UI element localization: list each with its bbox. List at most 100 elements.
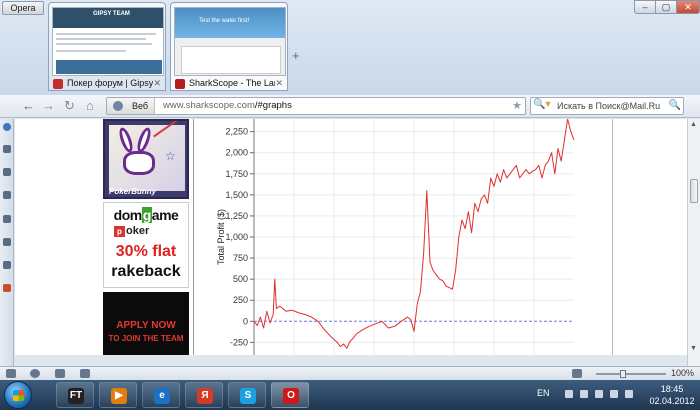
close-tab-icon[interactable]: ✕ xyxy=(275,78,283,89)
notes-icon[interactable] xyxy=(3,168,11,176)
tray-up-arrow-icon[interactable] xyxy=(565,390,573,398)
taskbar-app-skype[interactable]: S xyxy=(228,382,266,408)
full-tilt-icon: FT xyxy=(68,388,84,404)
y-tick-label: 1,500 xyxy=(225,190,248,200)
tab-title: SharkScope - The Larg... xyxy=(189,78,275,88)
status-bar: 100% xyxy=(0,366,700,380)
y-tick-label: 1,000 xyxy=(225,232,248,242)
tray-flag-icon[interactable] xyxy=(580,390,588,398)
thumbnail-banner-text: Test the water first! xyxy=(199,18,250,24)
zoom-level: 100% xyxy=(671,368,695,378)
rakeback-percent: 30% flat xyxy=(115,243,177,260)
y-tick-label: 2,250 xyxy=(225,127,248,137)
close-tab-icon[interactable]: ✕ xyxy=(153,78,161,89)
new-tab-button[interactable]: + xyxy=(292,48,300,63)
mail-icon[interactable] xyxy=(3,238,11,246)
navigation-toolbar: ← → ↻ ⌂ Веб www.sharkscope.com/#graphs ★… xyxy=(0,95,700,118)
y-tick-label: 0 xyxy=(243,316,248,326)
panel-toggle-icon[interactable] xyxy=(6,369,16,378)
favicon-icon xyxy=(53,79,63,89)
scroll-thumb[interactable] xyxy=(690,179,698,203)
domgame-poker-wordmark: p oker xyxy=(114,225,149,237)
language-indicator[interactable]: EN xyxy=(537,388,550,398)
history-icon[interactable] xyxy=(3,215,11,223)
favicon-icon xyxy=(175,79,185,89)
join-team-text: TO JOIN THE TEAM xyxy=(108,334,184,343)
profit-graph: -250 0 250 500 750 1,000 1,250 1,500 1,750 2,000 2… xyxy=(193,119,613,355)
page-scrollbar[interactable]: ▲ ▼ xyxy=(687,119,700,366)
search-engine-selector-icon[interactable]: 🔍▾ xyxy=(533,99,555,113)
cloud-icon[interactable] xyxy=(30,369,40,378)
scroll-up-arrow-icon[interactable]: ▲ xyxy=(690,121,697,128)
windows-logo-icon xyxy=(13,390,24,401)
ad-bunny-caption: PokerBunny xyxy=(109,187,157,196)
tab-sharkscope[interactable]: Test the water first! SharkScope - The L… xyxy=(170,2,288,91)
y-tick-label: 1,250 xyxy=(225,211,248,221)
media-player-icon: ▶ xyxy=(111,388,127,404)
ad-column: ☆ PokerBunny domgame p oker 30% flat rake… xyxy=(103,119,189,355)
reload-button[interactable]: ↻ xyxy=(64,98,75,114)
search-field[interactable]: 🔍▾ Искать в Поиск@Mail.Ru 🔍 xyxy=(530,97,684,115)
url-path: /#graphs xyxy=(254,100,292,111)
clock-date[interactable]: 02.04.2012 xyxy=(646,396,698,406)
panel-sidebar xyxy=(0,119,14,366)
home-button[interactable]: ⌂ xyxy=(86,98,94,113)
tab-title: Покер форум | Gipsy... xyxy=(67,78,153,88)
taskbar-app-opera[interactable]: O xyxy=(271,382,309,408)
taskbar-app-media-player[interactable]: ▶ xyxy=(99,382,137,408)
profit-line-chart: -250 0 250 500 750 1,000 1,250 1,500 1,750 2,000 2… xyxy=(216,119,575,355)
share-icon[interactable] xyxy=(55,369,65,378)
url-text[interactable]: www.sharkscope.com/#graphs xyxy=(163,98,292,114)
taskbar-app-full-tilt[interactable]: FT xyxy=(56,382,94,408)
y-tick-label: -250 xyxy=(230,337,248,347)
view-icon[interactable] xyxy=(572,369,582,378)
network-icon[interactable] xyxy=(595,390,603,398)
ad-pokerbunny-banner[interactable]: ☆ PokerBunny xyxy=(103,119,189,199)
tab-thumbnail: GIPSY TEAM xyxy=(52,7,164,76)
close-window-button[interactable]: ✕ xyxy=(676,0,700,14)
thumbnail-logo-text: GIPSY TEAM xyxy=(93,11,130,17)
taskbar-app-internet-explorer[interactable]: e xyxy=(142,382,180,408)
yandex-icon: Я xyxy=(197,388,213,404)
address-bar[interactable]: Веб www.sharkscope.com/#graphs ★ xyxy=(106,97,526,115)
turbo-icon[interactable] xyxy=(80,369,90,378)
zoom-slider-handle[interactable] xyxy=(620,370,626,378)
minimize-button[interactable]: – xyxy=(634,0,656,14)
clock-time[interactable]: 18:45 xyxy=(650,384,694,394)
back-button[interactable]: ← xyxy=(22,98,35,113)
taskbar-app-yandex[interactable]: Я xyxy=(185,382,223,408)
y-tick-label: 2,000 xyxy=(225,148,248,158)
opera-icon: O xyxy=(283,388,299,404)
start-button[interactable] xyxy=(4,381,32,409)
skype-icon: S xyxy=(240,388,256,404)
bookmarks-icon[interactable] xyxy=(3,145,11,153)
site-info-badge[interactable]: Веб xyxy=(107,98,155,114)
tab-thumbnail: Test the water first! xyxy=(174,7,286,76)
maximize-button[interactable]: ▢ xyxy=(655,0,677,14)
domgame-logo: domgame xyxy=(113,207,179,223)
globe-icon xyxy=(113,101,123,111)
feeds-icon[interactable] xyxy=(3,284,11,292)
internet-explorer-icon: e xyxy=(154,388,170,404)
downloads-icon[interactable] xyxy=(3,191,11,199)
opera-menu-button[interactable]: Opera xyxy=(2,1,44,15)
tab-strip: Opera GIPSY TEAM Покер форум | Gipsy... … xyxy=(0,0,700,95)
tab-gipsy-forum[interactable]: GIPSY TEAM Покер форум | Gipsy... ✕ xyxy=(48,2,166,91)
ad-domgame-banner[interactable]: domgame p oker 30% flat rakeback xyxy=(103,202,189,288)
bookmark-star-icon[interactable]: ★ xyxy=(512,98,522,114)
apply-now-text: APPLY NOW xyxy=(116,320,176,331)
forward-button[interactable]: → xyxy=(42,98,55,113)
y-tick-label: 750 xyxy=(233,253,248,263)
zoom-slider[interactable] xyxy=(596,373,666,375)
tray-app-icon[interactable] xyxy=(625,390,633,398)
page-content: ☆ PokerBunny domgame p oker 30% flat rake… xyxy=(15,119,687,355)
y-axis-label: Total Profit ($) xyxy=(216,209,226,265)
scroll-down-arrow-icon[interactable]: ▼ xyxy=(690,345,697,352)
search-icon[interactable]: 🔍 xyxy=(669,98,681,114)
search-placeholder[interactable]: Искать в Поиск@Mail.Ru xyxy=(557,98,660,114)
ad-apply-now-banner[interactable]: APPLY NOW TO JOIN THE TEAM xyxy=(103,292,189,355)
volume-icon[interactable] xyxy=(610,390,618,398)
y-tick-label: 1,750 xyxy=(225,169,248,179)
speed-dial-icon[interactable] xyxy=(3,123,11,131)
contacts-icon[interactable] xyxy=(3,261,11,269)
